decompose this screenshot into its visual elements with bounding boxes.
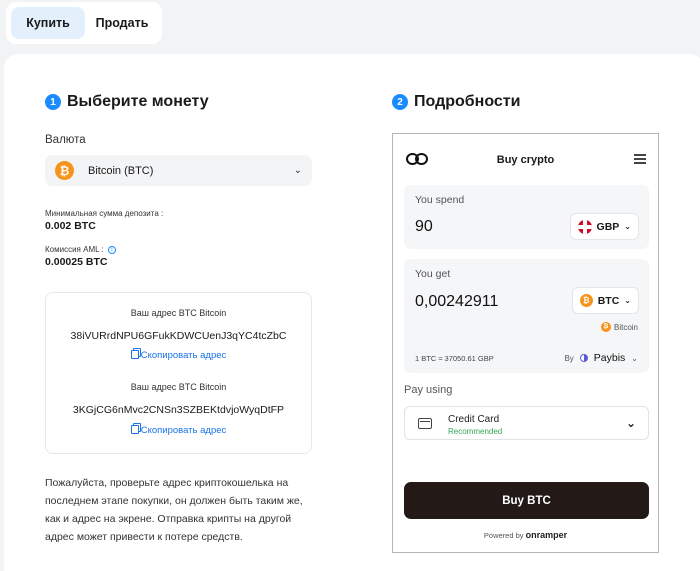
currency-select[interactable]: ₿ Bitcoin (BTC) ⌄	[45, 155, 312, 186]
copy-address-label: Скопировать адрес	[140, 425, 227, 436]
info-icon[interactable]: i	[107, 245, 116, 254]
powered-by: Powered by onramper	[393, 530, 658, 540]
spend-currency-select[interactable]: GBP ⌄	[569, 213, 639, 240]
spend-label: You spend	[415, 194, 465, 206]
payment-method-name: Credit Card	[448, 414, 500, 425]
aml-label: Комиссия AML :	[45, 245, 104, 254]
onramper-widget: Buy crypto You spend 90 GBP ⌄ You get 0,…	[392, 133, 659, 553]
paybis-icon	[579, 354, 588, 362]
powered-by-label: Powered by	[483, 531, 524, 540]
aml-value: 0.00025 BTC	[45, 256, 108, 268]
chevron-down-icon: ⌄	[293, 165, 302, 176]
pay-using-label: Pay using	[404, 384, 453, 396]
step1-title: Выберите монету	[67, 93, 209, 110]
address-value[interactable]: 38iVURrdNPU6GFukKDWCUenJ3qYC4tcZbC	[46, 330, 311, 342]
aml-label-row: Комиссия AML : i	[45, 245, 116, 254]
get-currency: BTC	[597, 294, 620, 307]
address-box: Ваш адрес BTC Bitcoin 38iVURrdNPU6GFukKD…	[45, 292, 312, 454]
network-name: Bitcoin	[613, 322, 638, 332]
bitcoin-icon: ₿	[600, 322, 611, 332]
chevron-down-icon: ⌄	[624, 222, 631, 231]
min-deposit-value: 0.002 BTC	[45, 220, 96, 232]
get-currency-select[interactable]: ₿ BTC ⌄	[571, 287, 639, 314]
tab-buy[interactable]: Купить	[11, 7, 85, 39]
provider-name: Paybis	[593, 352, 626, 364]
trade-tabs: Купить Продать	[6, 2, 162, 44]
payment-method-select[interactable]: Credit Card Recommended ⌄	[404, 406, 649, 440]
copy-address-button[interactable]: Скопировать адрес	[46, 350, 311, 361]
step2-number: 2	[392, 94, 408, 110]
step2-title: Подробности	[414, 93, 521, 110]
tab-sell[interactable]: Продать	[89, 7, 155, 39]
copy-icon	[130, 425, 139, 434]
spend-amount-input[interactable]: 90	[415, 218, 433, 236]
copy-address-label: Скопировать адрес	[140, 350, 227, 361]
menu-icon[interactable]	[634, 154, 646, 166]
get-label: You get	[415, 268, 451, 280]
currency-selected: Bitcoin (BTC)	[88, 164, 154, 177]
chevron-down-icon: ⌄	[625, 416, 636, 430]
chevron-down-icon: ⌄	[624, 296, 631, 305]
step1-heading: 1 Выберите монету	[45, 93, 209, 111]
bitcoin-icon: ₿	[55, 161, 74, 180]
buy-btc-button[interactable]: Buy BTC	[404, 482, 649, 519]
copy-icon	[130, 350, 139, 359]
network-tag: ₿ Bitcoin	[600, 322, 638, 332]
get-amount: 0,00242911	[415, 293, 499, 310]
warning-note: Пожалуйста, проверьте адрес криптокошель…	[45, 477, 303, 543]
step2-heading: 2 Подробности	[392, 93, 520, 111]
exchange-rate: 1 BTC ≈ 37050.61 GBP	[415, 354, 494, 363]
uk-flag-icon	[577, 219, 592, 234]
copy-address-button[interactable]: Скопировать адрес	[46, 425, 311, 436]
provider-select[interactable]: By Paybis ⌄	[564, 352, 638, 364]
spend-currency: GBP	[596, 220, 620, 233]
address-title: Ваш адрес BTC Bitcoin	[130, 308, 227, 318]
provider-by-label: By	[564, 353, 574, 363]
spend-card: You spend 90 GBP ⌄	[404, 185, 649, 249]
step1-number: 1	[45, 94, 61, 110]
min-deposit-label: Минимальная сумма депозита :	[45, 209, 164, 218]
get-card: You get 0,00242911 ₿ BTC ⌄ ₿ Bitcoin 1 B…	[404, 259, 649, 373]
chevron-down-icon: ⌄	[631, 353, 638, 363]
address-value[interactable]: 3KGjCG6nMvc2CNSn3SZBEKtdvjoWyqDtFP	[46, 404, 311, 416]
widget-title: Buy crypto	[496, 154, 555, 166]
onramper-brand[interactable]: onramper	[526, 530, 568, 540]
credit-card-icon	[418, 418, 432, 429]
currency-label: Валюта	[45, 134, 86, 146]
bitcoin-icon: ₿	[579, 294, 593, 307]
address-title: Ваш адрес BTC Bitcoin	[130, 382, 227, 392]
recommended-badge: Recommended	[448, 427, 503, 436]
